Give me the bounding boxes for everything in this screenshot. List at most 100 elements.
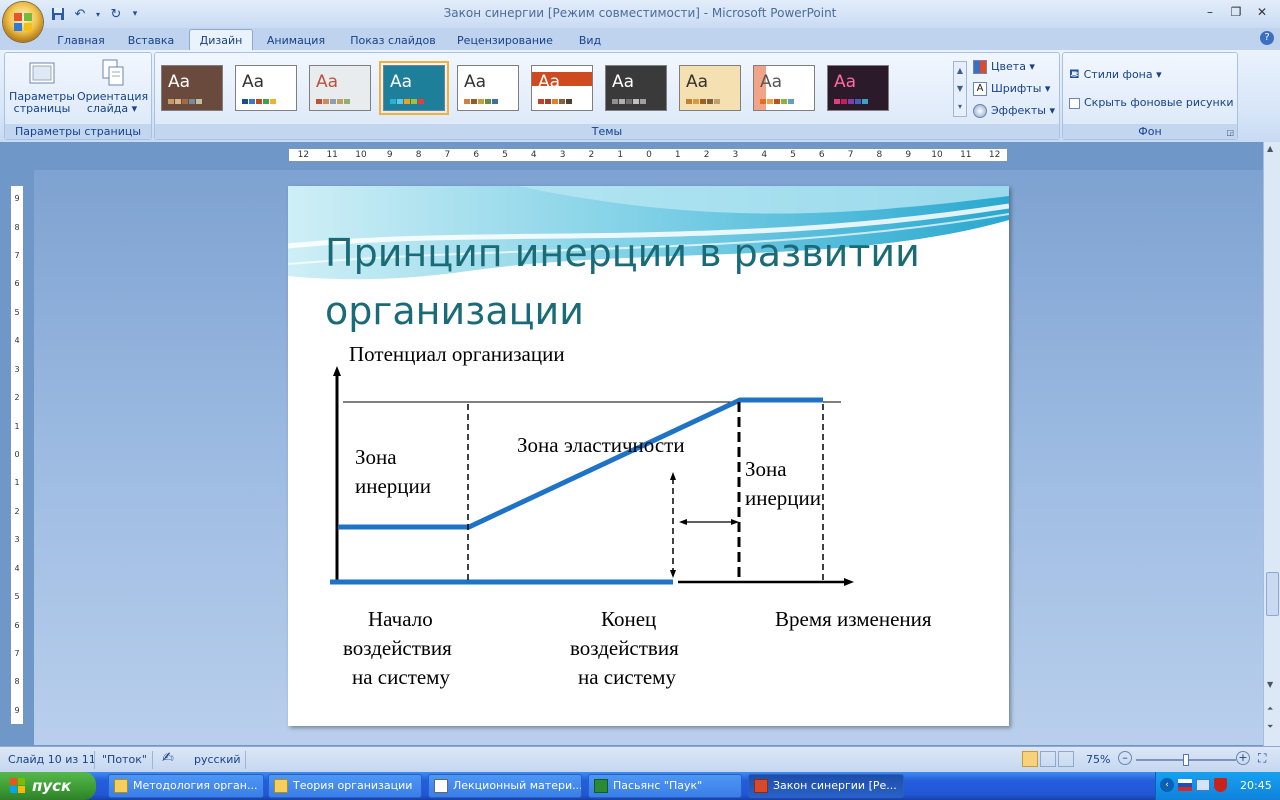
- fit-to-window-icon[interactable]: ⛶: [1258, 751, 1266, 766]
- theme-thumbnail[interactable]: Aa: [679, 65, 741, 111]
- theme-thumbnail[interactable]: Aa: [161, 65, 223, 111]
- color-swatch: [316, 99, 322, 104]
- color-swatch: [693, 99, 699, 104]
- antivirus-tray-icon[interactable]: [1214, 778, 1227, 792]
- tray-expand-icon[interactable]: ‹: [1160, 778, 1174, 792]
- theme-thumbnail[interactable]: Aa: [605, 65, 667, 111]
- colors-icon: [973, 60, 987, 74]
- scroll-thumb[interactable]: [1266, 572, 1279, 616]
- zone-right-label-1: Зона: [745, 457, 787, 481]
- prev-slide-icon[interactable]: ⏶: [1267, 704, 1273, 714]
- start-label-2: воздействия: [343, 636, 452, 660]
- hide-background-checkbox[interactable]: [1069, 97, 1080, 109]
- theme-thumbnail[interactable]: Aa: [827, 65, 889, 111]
- theme-swatches: [390, 99, 424, 104]
- ruler-label: 8: [876, 150, 883, 160]
- tab-home[interactable]: Главная: [48, 31, 114, 50]
- zoom-slider-thumb[interactable]: [1183, 754, 1189, 766]
- zoom-out-icon[interactable]: –: [1118, 751, 1132, 765]
- start-button[interactable]: пуск: [0, 772, 96, 800]
- background-styles-button[interactable]: ⛾ Стили фона ▾: [1069, 65, 1162, 85]
- next-slide-icon[interactable]: ⏷: [1267, 722, 1273, 732]
- dialog-launcher-icon[interactable]: ◲: [1226, 128, 1234, 137]
- close-icon[interactable]: ✕: [1250, 2, 1274, 22]
- theme-thumbnail[interactable]: Aa: [531, 65, 593, 111]
- zoom-in-icon[interactable]: +: [1236, 751, 1250, 765]
- hide-background-checkbox-row[interactable]: Скрыть фоновые рисунки: [1069, 93, 1234, 113]
- maximize-icon[interactable]: ❐: [1224, 2, 1248, 22]
- scroll-up-icon[interactable]: ▲: [1267, 144, 1273, 153]
- theme-sample-text: Aa: [612, 72, 635, 92]
- page-setup-button[interactable]: Параметры страницы: [9, 57, 75, 115]
- task-spider-solitaire[interactable]: Пасьянс "Паук": [588, 774, 742, 798]
- theme-effects-button[interactable]: Эффекты ▾: [973, 101, 1055, 121]
- color-swatch: [418, 99, 424, 104]
- tab-design[interactable]: Дизайн: [189, 29, 253, 51]
- color-swatch: [545, 99, 551, 104]
- ruler-label: 2: [703, 150, 710, 160]
- ruler-label: 6: [473, 150, 480, 160]
- ruler-label: 11: [326, 150, 338, 160]
- minimize-icon[interactable]: –: [1198, 2, 1222, 22]
- tab-review[interactable]: Рецензирование: [449, 31, 561, 50]
- theme-thumbnail[interactable]: Aa: [753, 65, 815, 111]
- theme-thumbnail[interactable]: Aa: [309, 65, 371, 111]
- spellcheck-icon[interactable]: ✍: [162, 750, 174, 766]
- end-guide-arrow-down: [670, 570, 676, 578]
- theme-thumbnail[interactable]: Aa: [379, 61, 449, 115]
- language-tray-icon[interactable]: [1178, 779, 1192, 791]
- slide[interactable]: Принцип инерции в развитии организации П…: [288, 186, 1009, 726]
- color-swatch: [633, 99, 639, 104]
- theme-thumbnail[interactable]: Aa: [235, 65, 297, 111]
- group-background: ⛾ Стили фона ▾ Скрыть фоновые рисунки Фо…: [1062, 52, 1238, 140]
- gallery-up-icon[interactable]: ▲: [954, 62, 966, 80]
- theme-colors-label: Цвета ▾: [991, 60, 1035, 73]
- task-theory[interactable]: Теория организации: [268, 774, 422, 798]
- slide-orientation-button[interactable]: Ориентация слайда ▾: [77, 57, 148, 115]
- theme-colors-button[interactable]: Цвета ▾: [973, 57, 1035, 77]
- vertical-scrollbar[interactable]: ▲ ▼ ⏶ ⏷: [1263, 142, 1280, 746]
- help-icon[interactable]: ?: [1260, 31, 1274, 45]
- office-button[interactable]: [3, 2, 43, 42]
- background-styles-label: Стили фона ▾: [1083, 68, 1162, 81]
- theme-fonts-button[interactable]: A Шрифты ▾: [973, 79, 1050, 99]
- zoom-slider[interactable]: [1136, 754, 1236, 766]
- color-swatch: [552, 99, 558, 104]
- ruler-label: 4: [14, 563, 20, 573]
- theme-swatches: [834, 99, 868, 104]
- normal-view-icon[interactable]: [1022, 751, 1038, 767]
- vertical-ruler[interactable]: 9 8 7 6 5 4 3 2 1 0 1 2 3 4 5 6 7 8 9: [10, 185, 24, 725]
- tab-slideshow[interactable]: Показ слайдов: [343, 31, 443, 50]
- slideshow-view-icon[interactable]: [1058, 751, 1074, 767]
- task-methodology[interactable]: Методология орган...: [108, 774, 264, 798]
- task-label: Закон синергии [Ре...: [773, 779, 897, 792]
- tab-animation[interactable]: Анимация: [257, 31, 335, 50]
- tab-insert[interactable]: Вставка: [118, 31, 184, 50]
- window-title: Закон синергии [Режим совместимости] - M…: [443, 6, 837, 20]
- clock: 20:45: [1240, 779, 1272, 792]
- task-lectures[interactable]: Лекционный матери...: [428, 774, 582, 798]
- zoom-level[interactable]: 75%: [1086, 753, 1110, 766]
- theme-name: "Поток": [102, 753, 147, 766]
- ruler-label: 7: [14, 251, 20, 261]
- start-label-1: Начало: [368, 607, 433, 631]
- tab-view[interactable]: Вид: [568, 31, 612, 50]
- color-swatch: [344, 99, 350, 104]
- gallery-more-icon[interactable]: ▾: [954, 98, 966, 116]
- theme-swatches: [464, 99, 498, 104]
- theme-swatches: [612, 99, 646, 104]
- ruler-label: 2: [14, 393, 20, 403]
- network-tray-icon[interactable]: [1196, 779, 1210, 791]
- theme-swatches: [538, 99, 572, 104]
- language[interactable]: русский: [194, 753, 241, 766]
- slide-sorter-icon[interactable]: [1040, 751, 1056, 767]
- zone-right-label-2: инерции: [745, 486, 822, 510]
- theme-thumbnail[interactable]: Aa: [457, 65, 519, 111]
- scroll-down-icon[interactable]: ▼: [1267, 680, 1273, 689]
- color-swatch: [700, 99, 706, 104]
- horizontal-ruler[interactable]: 12 11 10 9 8 7 6 5 4 3 2 1 0 1 2 3 4 5 6 7 8 9 10 11 12: [288, 148, 1008, 162]
- gallery-down-icon[interactable]: ▼: [954, 80, 966, 98]
- task-powerpoint[interactable]: Закон синергии [Ре...: [748, 774, 904, 798]
- ruler-label: 0: [646, 150, 652, 160]
- ruler-label: 1: [674, 150, 681, 160]
